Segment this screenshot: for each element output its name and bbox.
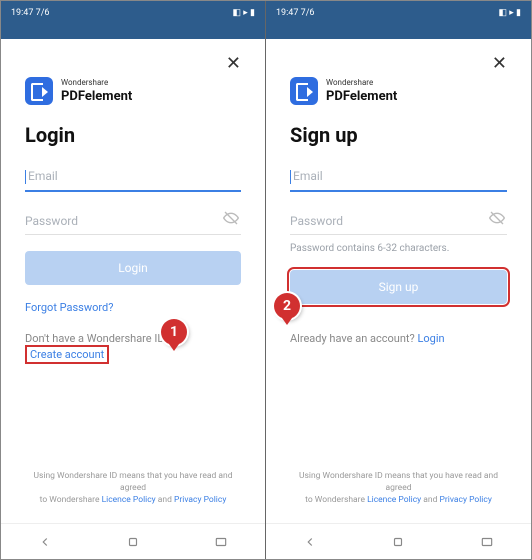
page-title: Login <box>25 123 241 147</box>
eye-off-icon[interactable] <box>223 210 239 230</box>
page-title: Sign up <box>290 123 507 147</box>
privacy-link[interactable]: Privacy Policy <box>174 495 226 505</box>
create-account-link[interactable]: Create account <box>25 345 109 364</box>
nav-recent-icon[interactable] <box>213 534 229 550</box>
callout-1: 1 <box>161 319 187 345</box>
status-icons: ◧ ▸ ▮ <box>233 8 255 18</box>
email-field[interactable]: Email <box>290 169 507 192</box>
already-label: Already have an account? <box>290 332 415 345</box>
nav-home-icon[interactable] <box>125 534 141 550</box>
brand-top: Wondershare <box>61 79 132 87</box>
close-icon[interactable]: ✕ <box>226 55 241 75</box>
nav-home-icon[interactable] <box>390 534 406 550</box>
signup-button[interactable]: Sign up <box>290 270 507 304</box>
password-placeholder: Password <box>290 214 507 234</box>
email-placeholder: Email <box>28 169 58 183</box>
footer-text: Using Wondershare ID means that you have… <box>290 471 507 515</box>
phone-signup: 19:47 7/6 ◧ ▸ ▮ ✕ Wondershare PDFelement… <box>266 1 531 559</box>
login-prompt: Already have an account? Login <box>290 332 507 345</box>
app-header <box>1 25 265 39</box>
nav-back-icon[interactable] <box>37 534 53 550</box>
logo-icon <box>25 77 53 105</box>
password-field[interactable]: Password <box>25 214 241 235</box>
brand-bottom: PDFelement <box>61 89 132 104</box>
privacy-link[interactable]: Privacy Policy <box>440 495 492 505</box>
eye-off-icon[interactable] <box>489 210 505 230</box>
status-icons: ◧ ▸ ▮ <box>499 8 521 18</box>
brand: Wondershare PDFelement <box>25 77 241 105</box>
android-nav <box>266 523 531 559</box>
brand-bottom: PDFelement <box>326 89 397 104</box>
app-header <box>266 25 531 39</box>
email-placeholder: Email <box>293 169 323 183</box>
forgot-password-link[interactable]: Forgot Password? <box>25 301 241 314</box>
nav-back-icon[interactable] <box>302 534 318 550</box>
footer-text: Using Wondershare ID means that you have… <box>25 471 241 515</box>
phone-login: 19:47 7/6 ◧ ▸ ▮ ✕ Wondershare PDFelement… <box>1 1 266 559</box>
signup-modal: ✕ Wondershare PDFelement Sign up Email P… <box>266 39 531 523</box>
licence-link[interactable]: Licence Policy <box>102 495 156 505</box>
licence-link[interactable]: Licence Policy <box>367 495 421 505</box>
password-hint: Password contains 6-32 characters. <box>290 243 507 254</box>
login-button[interactable]: Login <box>25 251 241 285</box>
signup-prompt: Don't have a Wondershare ID? Create acco… <box>25 332 241 364</box>
callout-2: 2 <box>274 293 300 319</box>
close-icon[interactable]: ✕ <box>492 55 507 75</box>
password-placeholder: Password <box>25 214 241 234</box>
email-field[interactable]: Email <box>25 169 241 192</box>
status-bar: 19:47 7/6 ◧ ▸ ▮ <box>1 1 265 25</box>
logo-icon <box>290 77 318 105</box>
login-modal: ✕ Wondershare PDFelement Login Email Pas… <box>1 39 265 523</box>
status-bar: 19:47 7/6 ◧ ▸ ▮ <box>266 1 531 25</box>
status-time: 19:47 7/6 <box>11 8 49 18</box>
android-nav <box>1 523 265 559</box>
status-time: 19:47 7/6 <box>276 8 314 18</box>
nav-recent-icon[interactable] <box>479 534 495 550</box>
password-field[interactable]: Password <box>290 214 507 235</box>
login-link[interactable]: Login <box>417 332 444 345</box>
brand: Wondershare PDFelement <box>290 77 507 105</box>
brand-top: Wondershare <box>326 79 397 87</box>
no-account-label: Don't have a Wondershare ID? <box>25 332 170 345</box>
